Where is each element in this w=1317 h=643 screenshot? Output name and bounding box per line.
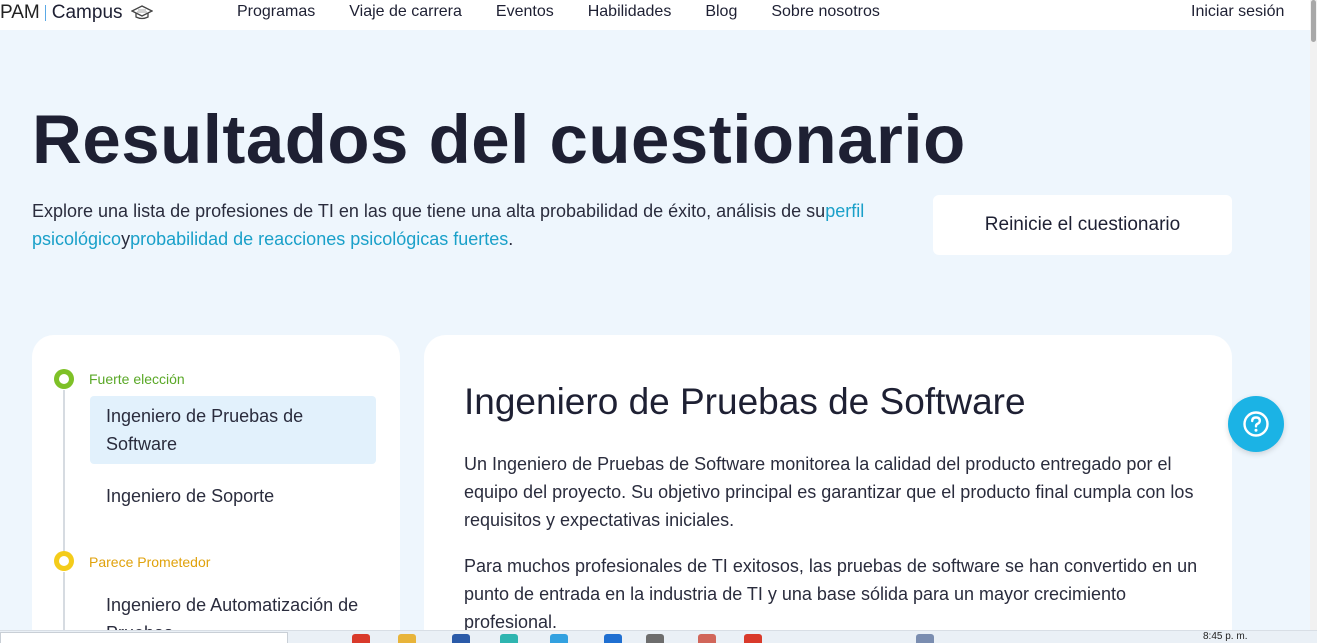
profession-item-support-engineer[interactable]: Ingeniero de Soporte [90,476,376,516]
profession-description-2: Para muchos profesionales de TI exitosos… [464,556,1198,632]
nav-link-viaje-de-carrera[interactable]: Viaje de carrera [349,3,462,21]
app-icon[interactable] [646,634,664,643]
app-icon[interactable] [744,634,762,643]
reset-quiz-button[interactable]: Reinicie el cuestionario [933,195,1232,255]
signin-link[interactable]: Iniciar sesión [1191,3,1284,21]
profession-item-software-tester[interactable]: Ingeniero de Pruebas de Software [90,396,376,464]
page-title: Resultados del cuestionario [32,101,966,178]
help-button[interactable] [1228,396,1284,452]
strong-choice-dot-icon [54,369,74,389]
app-icon[interactable] [916,634,934,643]
group-label-promising: Parece Prometedor [89,554,211,570]
logo-divider [44,5,46,21]
promising-dot-icon [54,551,74,571]
page-scrollbar[interactable] [1310,0,1317,632]
intro-prefix: Explore una lista de profesiones de TI e… [32,201,826,221]
os-taskbar: 8:45 p. m. [0,630,1317,643]
app-icon[interactable] [550,634,568,643]
intro-suffix: . [508,229,514,249]
timeline-line [63,390,65,555]
top-navigation: PAM Campus Programas Viaje de carrera Ev… [0,0,1310,30]
folder-icon[interactable] [398,634,416,643]
logo-campus: Campus [51,2,123,23]
graduation-cap-icon [130,5,153,20]
logo[interactable]: PAM Campus [0,2,153,24]
main-menu: Programas Viaje de carrera Eventos Habil… [237,3,914,21]
logo-brand: PAM [0,2,40,23]
profession-description-1: Un Ingeniero de Pruebas de Software moni… [464,454,1194,530]
app-icon[interactable] [352,634,370,643]
nav-link-blog[interactable]: Blog [705,3,737,21]
app-icon[interactable] [452,634,470,643]
app-icon[interactable] [500,634,518,643]
intro-mid: y [121,229,131,249]
psych-reactions-link[interactable]: probabilidad de reacciones psicológicas … [130,229,508,249]
taskbar-search-box[interactable] [0,632,288,643]
question-circle-icon [1243,411,1269,437]
nav-link-sobre-nosotros[interactable]: Sobre nosotros [771,3,880,21]
nav-link-programas[interactable]: Programas [237,3,315,21]
intro-text: Explore una lista de profesiones de TI e… [32,197,892,253]
app-icon[interactable] [698,634,716,643]
nav-link-habilidades[interactable]: Habilidades [588,3,672,21]
app-icon[interactable] [604,634,622,643]
group-label-strong-choice: Fuerte elección [89,371,185,387]
profession-title: Ingeniero de Pruebas de Software [464,381,1026,422]
scrollbar-thumb[interactable] [1311,0,1316,42]
taskbar-clock: 8:45 p. m. [1203,631,1248,642]
nav-link-eventos[interactable]: Eventos [496,3,554,21]
